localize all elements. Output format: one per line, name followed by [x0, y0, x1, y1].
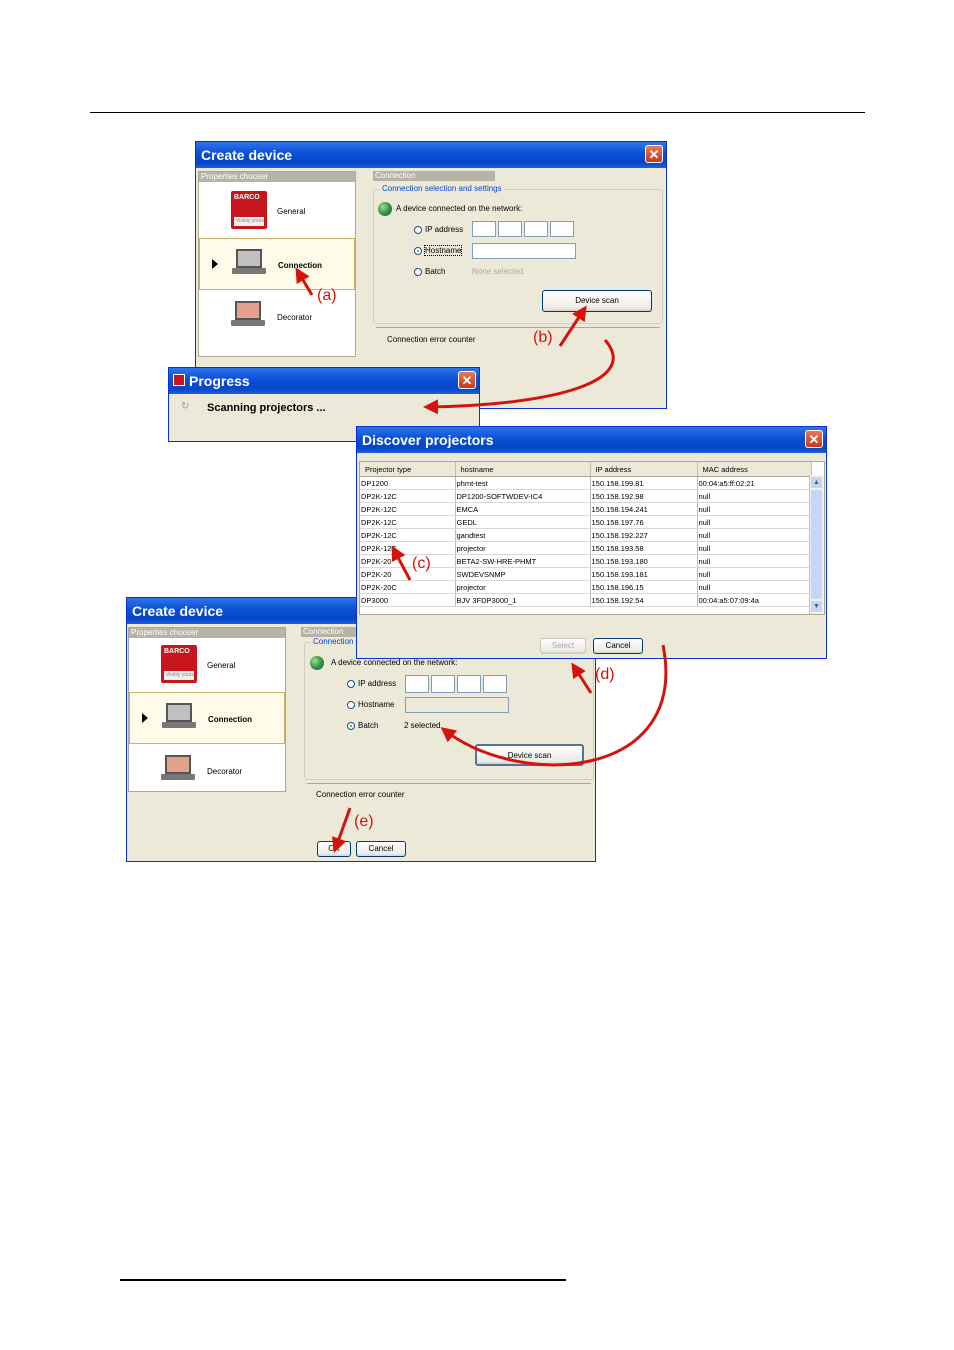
annotation-e: (e)	[354, 813, 374, 830]
arrow-a	[295, 267, 314, 296]
arrow-b	[558, 305, 587, 347]
annotation-d: (d)	[595, 666, 615, 683]
arrow-d	[571, 662, 593, 694]
annotation-arrows	[295, 267, 668, 853]
footer-rule	[120, 1279, 566, 1281]
arrow-to-progress	[423, 339, 615, 415]
annotation-c: (c)	[412, 555, 431, 572]
annotation-a: (a)	[317, 287, 337, 304]
arrow-to-batch	[440, 644, 668, 767]
annotation-b: (b)	[533, 329, 553, 346]
arrow-e	[331, 807, 352, 853]
arrow-c	[391, 545, 412, 581]
